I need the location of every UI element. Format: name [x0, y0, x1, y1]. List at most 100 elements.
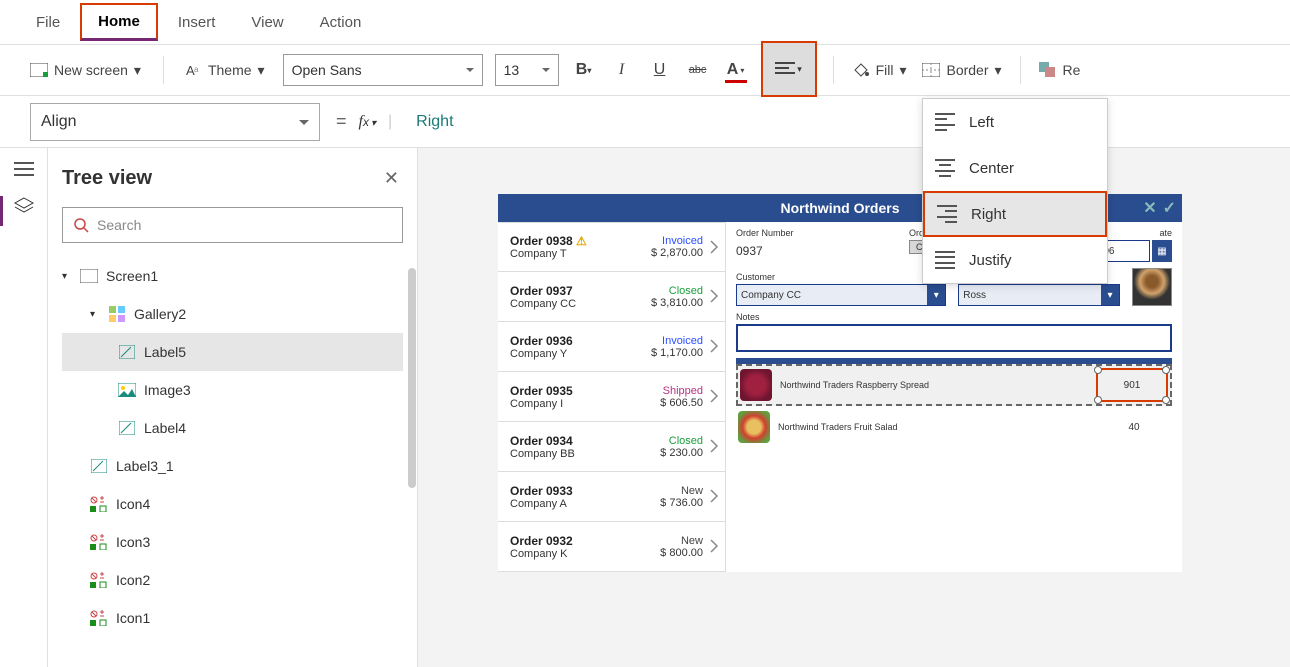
resize-handle[interactable]: [1162, 396, 1170, 404]
align-option-justify[interactable]: Justify: [923, 237, 1107, 283]
option-label: Center: [969, 160, 1014, 177]
underline-button[interactable]: U: [647, 57, 673, 83]
svg-text:a: a: [194, 65, 199, 74]
tree-node-label: Screen1: [106, 268, 158, 284]
order-list: Order 0938 ⚠Company TInvoiced$ 2,870.00O…: [498, 222, 726, 572]
order-id: Order 0933: [510, 484, 660, 498]
menu-view[interactable]: View: [235, 6, 299, 39]
text-align-button[interactable]: ▾: [761, 41, 817, 97]
menu-insert[interactable]: Insert: [162, 6, 232, 39]
tree-view-panel: Tree view ✕ Search ▾ Screen1 ▾ Gallery2 …: [48, 148, 418, 667]
fx-button[interactable]: fx▾: [359, 113, 376, 131]
product-image: [740, 369, 772, 401]
tree-node-icon4[interactable]: Icon4: [62, 485, 403, 523]
order-items: Northwind Traders Raspberry Spread 901: [736, 358, 1172, 448]
reorder-button[interactable]: Re: [1037, 58, 1083, 82]
tree-node-label: Icon3: [116, 534, 150, 550]
canvas: Northwind Orders ✕ ✓ Order 0938 ⚠Company…: [418, 148, 1290, 667]
customer-select[interactable]: Company CC ▾: [736, 284, 946, 306]
order-list-row[interactable]: Order 0934Company BBClosed$ 230.00: [498, 422, 725, 472]
order-id: Order 0936: [510, 334, 651, 348]
reorder-label: Re: [1063, 62, 1081, 78]
chevron-down-icon: ▾: [134, 62, 141, 79]
tree-node-screen1[interactable]: ▾ Screen1: [62, 257, 403, 295]
close-panel-button[interactable]: ✕: [380, 164, 403, 193]
align-option-center[interactable]: Center: [923, 145, 1107, 191]
property-select[interactable]: Align: [30, 103, 320, 141]
menu-file[interactable]: File: [20, 6, 76, 39]
chevron-down-icon: ▾: [995, 62, 1002, 79]
order-list-row[interactable]: Order 0936Company YInvoiced$ 1,170.00: [498, 322, 725, 372]
equals-sign: =: [336, 111, 347, 132]
resize-handle[interactable]: [1094, 396, 1102, 404]
order-list-row[interactable]: Order 0932Company KNew$ 800.00: [498, 522, 725, 572]
quantity-label5-selection[interactable]: 901: [1096, 368, 1168, 402]
layers-icon[interactable]: [13, 196, 35, 214]
expand-icon[interactable]: ▾: [62, 271, 72, 282]
order-status: Shipped: [660, 385, 703, 397]
font-size-select[interactable]: 13: [495, 54, 559, 86]
order-price: $ 2,870.00: [651, 247, 703, 259]
order-status: New: [660, 485, 703, 497]
tree-node-image3[interactable]: Image3: [62, 371, 403, 409]
icon-group-icon: [90, 533, 108, 551]
expand-icon[interactable]: ▾: [90, 309, 100, 320]
order-status: New: [660, 535, 703, 547]
tree-node-icon2[interactable]: Icon2: [62, 561, 403, 599]
align-center-icon: [935, 159, 955, 177]
tree-node-label: Label4: [144, 420, 186, 436]
tree-node-label: Icon4: [116, 496, 150, 512]
order-item-row[interactable]: Northwind Traders Raspberry Spread 901: [736, 364, 1172, 406]
formula-value[interactable]: Right: [416, 113, 453, 131]
product-name: Northwind Traders Fruit Salad: [778, 422, 1090, 432]
tree-node-label: Gallery2: [134, 306, 186, 322]
resize-handle[interactable]: [1094, 366, 1102, 374]
align-dropdown: Left Center Right Justify: [922, 98, 1108, 284]
align-option-right[interactable]: Right: [923, 191, 1107, 237]
order-id: Order 0934: [510, 434, 660, 448]
employee-select[interactable]: Ross ▾: [958, 284, 1120, 306]
order-list-row[interactable]: Order 0938 ⚠Company TInvoiced$ 2,870.00: [498, 222, 725, 272]
order-list-row[interactable]: Order 0935Company IShipped$ 606.50: [498, 372, 725, 422]
new-screen-button[interactable]: New screen ▾: [24, 58, 147, 83]
resize-handle[interactable]: [1162, 366, 1170, 374]
company-name: Company Y: [510, 348, 651, 360]
order-item-row[interactable]: Northwind Traders Fruit Salad 40: [736, 406, 1172, 448]
tree-node-label5[interactable]: Label5: [62, 333, 403, 371]
align-justify-icon: [935, 251, 955, 269]
align-option-left[interactable]: Left: [923, 99, 1107, 145]
tree-node-icon1[interactable]: Icon1: [62, 599, 403, 637]
tree-search-input[interactable]: Search: [62, 207, 403, 243]
tree-node-icon3[interactable]: Icon3: [62, 523, 403, 561]
tree-node-label3_1[interactable]: Label3_1: [62, 447, 403, 485]
font-color-button[interactable]: A ▾: [723, 57, 749, 83]
tree-node-label: Image3: [144, 382, 191, 398]
warning-icon: ⚠: [576, 234, 587, 248]
border-button[interactable]: Border ▾: [920, 58, 1003, 83]
date-picker-icon[interactable]: ▦: [1152, 240, 1172, 262]
strikethrough-button[interactable]: abc: [685, 57, 711, 83]
company-name: Company T: [510, 248, 651, 260]
menu-home[interactable]: Home: [80, 3, 158, 41]
notes-input[interactable]: [736, 324, 1172, 352]
tree-node-gallery2[interactable]: ▾ Gallery2: [62, 295, 403, 333]
header-accept-icon[interactable]: ✓: [1163, 198, 1176, 218]
tree-node-label4[interactable]: Label4: [62, 409, 403, 447]
app-title: Northwind Orders: [780, 200, 899, 216]
product-name: Northwind Traders Raspberry Spread: [780, 380, 1088, 390]
quantity-value: 901: [1124, 380, 1141, 391]
header-cancel-icon[interactable]: ✕: [1143, 198, 1156, 218]
order-list-row[interactable]: Order 0937Company CCClosed$ 3,810.00: [498, 272, 725, 322]
theme-button[interactable]: Aa Theme ▾: [180, 58, 271, 83]
tree-scrollbar[interactable]: [408, 268, 416, 488]
chevron-down-icon: ▾: [927, 285, 945, 305]
fill-button[interactable]: Fill ▾: [850, 58, 909, 83]
menu-action[interactable]: Action: [304, 6, 378, 39]
chevron-right-icon: [709, 538, 719, 556]
bold-button[interactable]: B ▾: [571, 57, 597, 83]
company-name: Company A: [510, 498, 660, 510]
order-list-row[interactable]: Order 0933Company ANew$ 736.00: [498, 472, 725, 522]
italic-button[interactable]: I: [609, 57, 635, 83]
font-family-select[interactable]: Open Sans: [283, 54, 483, 86]
hamburger-icon[interactable]: [14, 162, 34, 176]
